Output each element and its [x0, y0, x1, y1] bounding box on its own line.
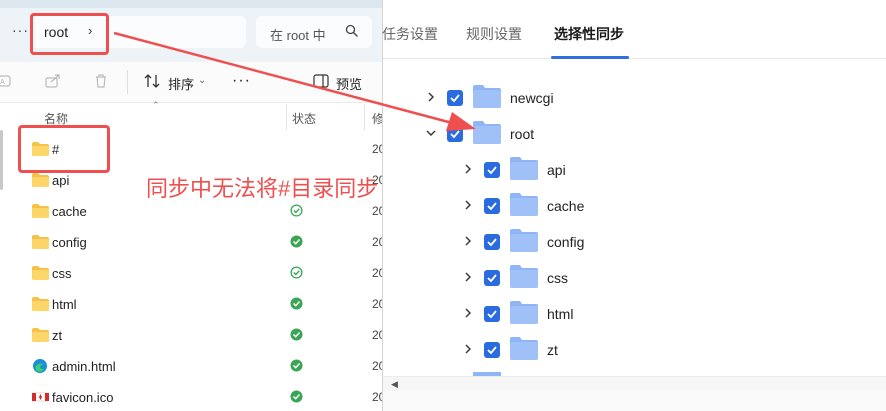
search-icon[interactable] — [345, 24, 359, 38]
chevron-right-icon[interactable] — [463, 343, 473, 355]
annotation-box-root — [30, 13, 109, 55]
folder-icon — [473, 85, 501, 108]
tree-node-label: cache — [547, 198, 585, 214]
file-name: favicon.ico — [52, 390, 114, 405]
checkbox[interactable] — [484, 342, 500, 358]
folder-icon — [510, 229, 538, 252]
checkmark-icon — [487, 274, 497, 283]
tree-node[interactable]: api — [0, 152, 886, 188]
checkbox[interactable] — [484, 270, 500, 286]
horizontal-scrollbar[interactable] — [383, 376, 886, 391]
folder-icon — [510, 301, 538, 324]
tree-node-label: root — [510, 126, 535, 142]
checkmark-icon — [487, 238, 497, 247]
scroll-left-arrow-icon[interactable]: ◀ — [391, 379, 398, 390]
tab-bar-border — [383, 58, 886, 59]
tree-node[interactable]: css — [0, 260, 886, 296]
checkmark-icon — [487, 346, 497, 355]
chevron-right-icon[interactable] — [463, 271, 473, 283]
tree-node[interactable]: newcgi — [0, 80, 886, 116]
checkmark-icon — [450, 130, 460, 139]
chevron-right-icon[interactable] — [426, 91, 436, 103]
folder-icon — [473, 121, 501, 144]
folder-icon — [510, 193, 538, 216]
synced-status-icon — [290, 390, 303, 403]
file-row[interactable]: favicon.ico 20 — [18, 382, 382, 411]
active-tab-indicator — [551, 56, 629, 59]
checkmark-icon — [450, 94, 460, 103]
chevron-right-icon[interactable] — [463, 163, 473, 175]
checkbox[interactable] — [447, 90, 463, 106]
chevron-right-icon[interactable] — [463, 199, 473, 211]
tree-node-label: css — [547, 270, 568, 286]
tree-node[interactable]: zt — [0, 332, 886, 368]
checkbox[interactable] — [484, 234, 500, 250]
checkmark-icon — [487, 166, 497, 175]
title-strip — [0, 0, 382, 8]
tree-node[interactable]: config — [0, 224, 886, 260]
annotation-box-hash-folder — [18, 125, 110, 173]
checkbox[interactable] — [484, 306, 500, 322]
chevron-down-icon[interactable] — [426, 127, 436, 139]
tree-node[interactable]: cache — [0, 188, 886, 224]
checkmark-icon — [487, 202, 497, 211]
checkbox[interactable] — [447, 126, 463, 142]
tab-selective-sync[interactable]: 选择性同步 — [554, 24, 624, 44]
ico-file-icon — [32, 392, 49, 402]
tree-node-label: html — [547, 306, 574, 322]
chevron-right-icon[interactable] — [463, 307, 473, 319]
checkbox[interactable] — [484, 198, 500, 214]
tree-node-label: config — [547, 234, 585, 250]
search-placeholder: 在 root 中 — [270, 28, 326, 43]
folder-icon — [510, 265, 538, 288]
tree-node[interactable]: html — [0, 296, 886, 332]
checkmark-icon — [487, 310, 497, 319]
tree-node[interactable]: root — [0, 116, 886, 152]
tab-task-settings[interactable]: 任务设置 — [382, 24, 438, 44]
tab-rule-settings[interactable]: 规则设置 — [466, 24, 522, 44]
panel-footer — [383, 391, 886, 411]
checkbox[interactable] — [484, 162, 500, 178]
tree-node-label: newcgi — [510, 90, 554, 106]
folder-icon — [510, 157, 538, 180]
folder-icon — [510, 337, 538, 360]
file-modified-date: 20 — [372, 390, 382, 404]
annotation-text: 同步中无法将#目录同步 — [146, 176, 379, 201]
tree-node-label: zt — [547, 342, 558, 358]
tree-node-label: api — [547, 162, 566, 178]
chevron-right-icon[interactable] — [463, 235, 473, 247]
more-locations-button[interactable]: ··· — [12, 22, 29, 38]
